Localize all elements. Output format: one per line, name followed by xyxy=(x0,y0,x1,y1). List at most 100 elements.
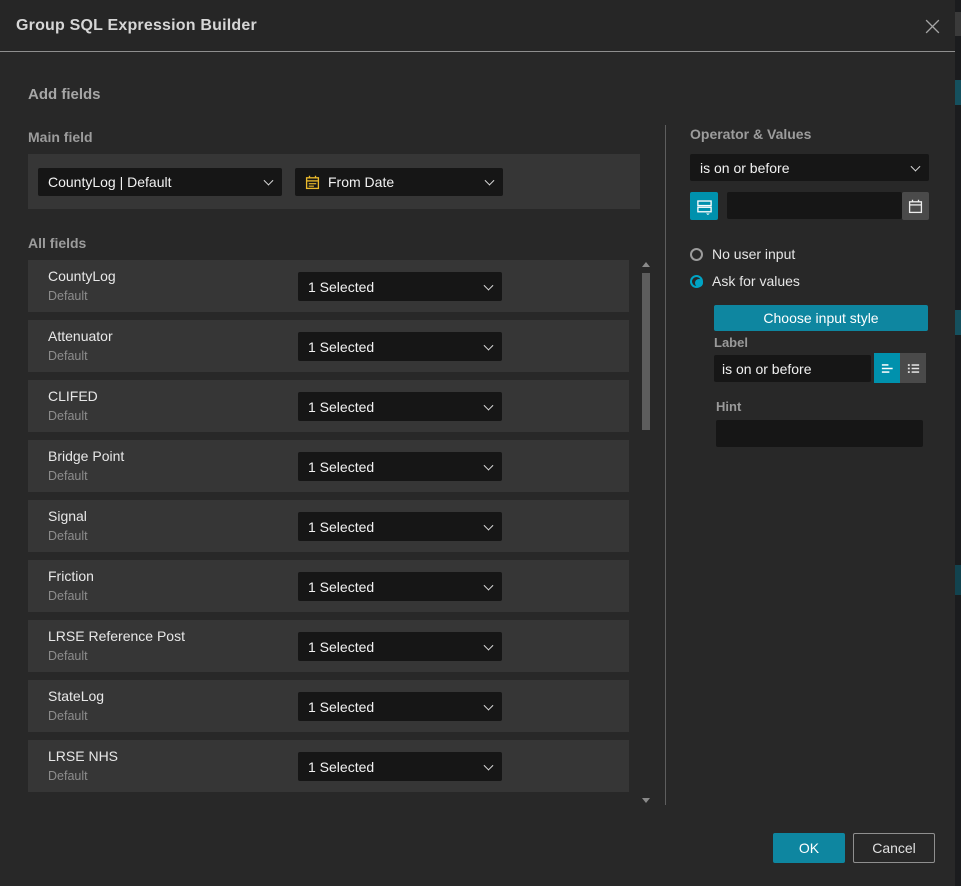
align-left-icon xyxy=(880,361,895,376)
field-subtitle: Default xyxy=(48,649,88,663)
field-name: StateLog xyxy=(48,688,104,704)
edge-fragment xyxy=(955,12,961,36)
label-input[interactable] xyxy=(714,355,871,382)
chevron-down-icon xyxy=(484,580,494,590)
list-style-icon xyxy=(906,361,921,376)
field-values-select[interactable]: 1 Selected xyxy=(298,392,502,421)
chevron-down-icon xyxy=(484,400,494,410)
field-values-selected-label: 1 Selected xyxy=(308,519,374,535)
radio-no-user-input-label: No user input xyxy=(712,246,795,262)
chevron-down-icon xyxy=(484,280,494,290)
field-values-selected-label: 1 Selected xyxy=(308,339,374,355)
field-values-selected-label: 1 Selected xyxy=(308,579,374,595)
field-list-item: CLIFED Default 1 Selected xyxy=(28,380,629,432)
operator-select-value: is on or before xyxy=(700,160,790,176)
list-input-style-button[interactable] xyxy=(900,353,926,383)
panel-divider xyxy=(665,125,666,805)
main-layer-select[interactable]: CountyLog | Default xyxy=(38,168,282,196)
unique-values-icon xyxy=(696,198,713,215)
radio-no-user-input[interactable]: No user input xyxy=(690,246,795,262)
date-value-input[interactable] xyxy=(727,192,902,219)
choose-input-style-button[interactable]: Choose input style xyxy=(714,305,928,331)
close-icon xyxy=(924,18,941,35)
dialog-titlebar: Group SQL Expression Builder xyxy=(0,0,955,52)
field-subtitle: Default xyxy=(48,589,88,603)
field-name: Signal xyxy=(48,508,87,524)
chevron-down-icon xyxy=(484,340,494,350)
field-subtitle: Default xyxy=(48,469,88,483)
chevron-down-icon xyxy=(484,700,494,710)
chevron-down-icon xyxy=(911,161,921,171)
calendar-icon xyxy=(908,199,923,214)
field-subtitle: Default xyxy=(48,349,88,363)
chevron-down-icon xyxy=(484,640,494,650)
scrollbar-thumb[interactable] xyxy=(642,273,650,430)
field-values-selected-label: 1 Selected xyxy=(308,459,374,475)
radio-ask-for-values[interactable]: Ask for values xyxy=(690,273,800,289)
field-values-select[interactable]: 1 Selected xyxy=(298,452,502,481)
unique-values-button[interactable] xyxy=(690,192,718,220)
hint-caption: Hint xyxy=(716,399,741,414)
main-layer-select-value: CountyLog | Default xyxy=(48,174,172,190)
field-list-item: Bridge Point Default 1 Selected xyxy=(28,440,629,492)
chevron-down-icon xyxy=(484,520,494,530)
field-list-item: CountyLog Default 1 Selected xyxy=(28,260,629,312)
text-input-style-button[interactable] xyxy=(874,353,900,383)
chevron-down-icon xyxy=(484,760,494,770)
operator-values-heading: Operator & Values xyxy=(690,126,811,142)
field-list-item: Attenuator Default 1 Selected xyxy=(28,320,629,372)
scroll-down-icon[interactable] xyxy=(642,798,650,803)
chevron-down-icon xyxy=(485,176,495,186)
calendar-icon xyxy=(305,175,320,190)
close-button[interactable] xyxy=(920,14,944,38)
field-values-select[interactable]: 1 Selected xyxy=(298,752,502,781)
scroll-up-icon[interactable] xyxy=(642,262,650,267)
chevron-down-icon xyxy=(484,460,494,470)
field-values-select[interactable]: 1 Selected xyxy=(298,572,502,601)
field-values-select[interactable]: 1 Selected xyxy=(298,692,502,721)
edge-fragment xyxy=(955,310,961,335)
field-values-selected-label: 1 Selected xyxy=(308,759,374,775)
main-field-panel: CountyLog | Default From Date xyxy=(28,154,640,209)
field-values-select[interactable]: 1 Selected xyxy=(298,332,502,361)
field-name: CountyLog xyxy=(48,268,116,284)
main-field-heading: Main field xyxy=(28,129,93,145)
hint-input[interactable] xyxy=(716,420,923,447)
cancel-button[interactable]: Cancel xyxy=(853,833,935,863)
field-list-item: StateLog Default 1 Selected xyxy=(28,680,629,732)
edge-fragment xyxy=(955,80,961,105)
field-list-item: Friction Default 1 Selected xyxy=(28,560,629,612)
field-name: CLIFED xyxy=(48,388,98,404)
field-name: Friction xyxy=(48,568,94,584)
field-subtitle: Default xyxy=(48,529,88,543)
field-name: LRSE NHS xyxy=(48,748,118,764)
chevron-down-icon xyxy=(264,176,274,186)
radio-unselected-icon xyxy=(690,248,703,261)
field-values-select[interactable]: 1 Selected xyxy=(298,632,502,661)
field-subtitle: Default xyxy=(48,709,88,723)
operator-select[interactable]: is on or before xyxy=(690,154,929,181)
field-subtitle: Default xyxy=(48,409,88,423)
radio-ask-for-values-label: Ask for values xyxy=(712,273,800,289)
main-date-field-select-value: From Date xyxy=(328,174,394,190)
field-values-selected-label: 1 Selected xyxy=(308,639,374,655)
add-fields-heading: Add fields xyxy=(28,86,101,103)
main-date-field-select[interactable]: From Date xyxy=(295,168,503,196)
field-subtitle: Default xyxy=(48,289,88,303)
all-fields-heading: All fields xyxy=(28,235,86,251)
field-list-item: Signal Default 1 Selected xyxy=(28,500,629,552)
field-values-select[interactable]: 1 Selected xyxy=(298,272,502,301)
date-picker-button[interactable] xyxy=(902,192,929,220)
field-name: Attenuator xyxy=(48,328,113,344)
all-fields-list: CountyLog Default 1 Selected Attenuator … xyxy=(28,260,629,800)
fields-scrollbar[interactable] xyxy=(641,258,651,805)
label-caption: Label xyxy=(714,335,748,350)
ok-button[interactable]: OK xyxy=(773,833,845,863)
field-list-item: LRSE Reference Post Default 1 Selected xyxy=(28,620,629,672)
field-values-selected-label: 1 Selected xyxy=(308,279,374,295)
radio-selected-icon xyxy=(690,275,703,288)
edge-fragment xyxy=(955,565,961,595)
field-name: Bridge Point xyxy=(48,448,124,464)
field-values-select[interactable]: 1 Selected xyxy=(298,512,502,541)
app-background-edge xyxy=(955,0,961,886)
